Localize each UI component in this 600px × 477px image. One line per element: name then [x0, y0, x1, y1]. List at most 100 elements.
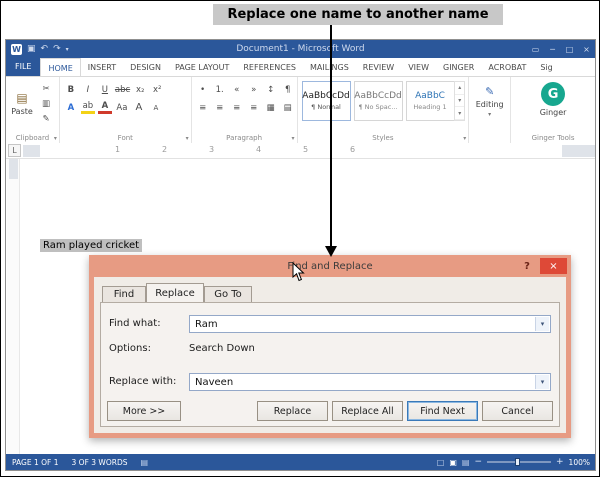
tab-ginger[interactable]: GINGER — [436, 58, 481, 76]
ginger-group-label: Ginger Tools — [511, 134, 595, 142]
strikethrough-button[interactable]: abc — [115, 83, 130, 96]
clipboard-dialog-launcher-icon[interactable]: ▾ — [54, 135, 57, 142]
styles-dialog-launcher-icon[interactable]: ▾ — [463, 135, 466, 142]
qat-customize-icon[interactable]: ▾ — [66, 46, 69, 53]
selected-document-text[interactable]: Ram played cricket — [40, 239, 142, 252]
bold-button[interactable]: B — [64, 83, 78, 96]
ginger-tools-group: G Ginger Ginger Tools — [511, 77, 595, 143]
replace-all-button[interactable]: Replace All — [332, 401, 403, 421]
style-sample: AaBbC — [415, 91, 445, 101]
maximize-button[interactable]: □ — [561, 40, 578, 58]
line-spacing-button[interactable]: ↕ — [264, 83, 278, 96]
styles-scroll-up-icon[interactable]: ▴ — [455, 82, 464, 95]
shading-button[interactable]: ▦ — [264, 101, 278, 114]
tab-stop-selector[interactable]: L — [8, 144, 21, 157]
subscript-button[interactable]: x₂ — [133, 83, 147, 96]
ribbon-display-options-button[interactable]: ▭ — [527, 40, 544, 58]
tab-signature-truncated[interactable]: Sig — [533, 58, 559, 76]
save-button[interactable]: ▣ — [27, 44, 36, 54]
proofing-icon[interactable]: ▤ — [141, 458, 149, 467]
tab-home[interactable]: HOME — [40, 58, 80, 77]
window-close-button[interactable]: × — [578, 40, 595, 58]
print-layout-button[interactable]: ▣ — [449, 458, 457, 467]
tab-insert[interactable]: INSERT — [81, 58, 123, 76]
tab-file[interactable]: FILE — [6, 58, 40, 76]
ribbon-tab-row: FILE HOME INSERT DESIGN PAGE LAYOUT REFE… — [6, 58, 595, 77]
styles-gallery-scrollbar: ▴ ▾ ▾ — [454, 81, 465, 121]
paste-button[interactable]: ▤ Paste — [9, 81, 35, 125]
word-count[interactable]: 3 OF 3 WORDS — [72, 458, 128, 467]
increase-indent-button[interactable]: » — [247, 83, 261, 96]
align-center-button[interactable]: ≡ — [213, 101, 227, 114]
replace-button[interactable]: Replace — [257, 401, 328, 421]
ruler-left-margin — [23, 145, 40, 157]
ruler-number: 6 — [350, 145, 355, 154]
read-mode-button[interactable]: □ — [437, 458, 445, 467]
page-indicator[interactable]: PAGE 1 OF 1 — [12, 458, 59, 467]
cancel-button[interactable]: Cancel — [482, 401, 553, 421]
cut-button[interactable]: ✂ — [39, 82, 53, 95]
zoom-slider-thumb[interactable] — [515, 458, 520, 466]
paragraph-dialog-launcher-icon[interactable]: ▾ — [292, 135, 295, 142]
show-hide-paragraph-button[interactable]: ¶ — [281, 83, 295, 96]
dialog-titlebar[interactable]: Find and Replace — [89, 255, 571, 277]
undo-button[interactable]: ↶ — [41, 44, 49, 54]
bullets-button[interactable]: • — [196, 83, 210, 96]
editing-group: ✎ Editing ▾ — [469, 77, 511, 143]
editing-button[interactable]: ✎ Editing ▾ — [469, 85, 510, 118]
styles-group-label: Styles — [298, 134, 469, 142]
borders-button[interactable]: ▤ — [281, 101, 295, 114]
tab-review[interactable]: REVIEW — [356, 58, 401, 76]
replace-with-dropdown-icon[interactable]: ▾ — [535, 375, 549, 389]
options-value: Search Down — [189, 343, 255, 354]
tab-page-layout[interactable]: PAGE LAYOUT — [168, 58, 236, 76]
redo-button[interactable]: ↷ — [53, 44, 61, 54]
replace-with-combobox[interactable]: Naveen ▾ — [189, 373, 551, 391]
dialog-tab-replace[interactable]: Replace — [146, 283, 204, 302]
style-normal[interactable]: AaBbCcDd ¶ Normal — [302, 81, 351, 121]
zoom-in-button[interactable]: + — [556, 457, 564, 467]
find-what-dropdown-icon[interactable]: ▾ — [535, 317, 549, 331]
ginger-button[interactable]: G Ginger — [511, 82, 595, 117]
grow-font-button[interactable]: A — [132, 101, 146, 114]
styles-scroll-down-icon[interactable]: ▾ — [455, 95, 464, 108]
italic-button[interactable]: I — [81, 83, 95, 96]
tab-acrobat[interactable]: ACROBAT — [481, 58, 533, 76]
editing-caret-icon: ▾ — [488, 111, 491, 118]
zoom-out-button[interactable]: − — [474, 457, 482, 467]
underline-button[interactable]: U — [98, 83, 112, 96]
style-heading1[interactable]: AaBbC Heading 1 — [406, 81, 455, 121]
zoom-slider[interactable] — [487, 461, 551, 463]
font-dialog-launcher-icon[interactable]: ▾ — [186, 135, 189, 142]
style-name: ¶ Normal — [311, 103, 341, 111]
highlight-color-button[interactable]: ab — [81, 101, 95, 114]
shrink-font-button[interactable]: A — [149, 101, 163, 114]
zoom-level[interactable]: 100% — [569, 458, 590, 467]
text-effects-button[interactable]: A — [64, 101, 78, 114]
more-button[interactable]: More >> — [107, 401, 181, 421]
find-what-label: Find what: — [109, 318, 161, 329]
align-left-button[interactable]: ≡ — [196, 101, 210, 114]
numbering-button[interactable]: 1. — [213, 83, 227, 96]
font-color-button[interactable]: A — [98, 101, 112, 114]
find-what-combobox[interactable]: Ram ▾ — [189, 315, 551, 333]
styles-more-icon[interactable]: ▾ — [455, 107, 464, 120]
web-layout-button[interactable]: ▤ — [462, 458, 470, 467]
minimize-button[interactable]: ─ — [544, 40, 561, 58]
change-case-button[interactable]: Aa — [115, 101, 129, 114]
format-painter-button[interactable]: ✎ — [39, 112, 53, 125]
dialog-tab-goto[interactable]: Go To — [204, 286, 252, 302]
superscript-button[interactable]: x² — [150, 83, 164, 96]
dialog-help-button[interactable]: ? — [519, 259, 535, 273]
tab-design[interactable]: DESIGN — [123, 58, 168, 76]
tab-view[interactable]: VIEW — [401, 58, 436, 76]
copy-button[interactable]: ▥ — [39, 97, 53, 110]
dialog-tab-find[interactable]: Find — [102, 286, 146, 302]
dialog-close-button[interactable]: × — [540, 258, 567, 274]
tab-references[interactable]: REFERENCES — [236, 58, 303, 76]
justify-button[interactable]: ≡ — [247, 101, 261, 114]
align-right-button[interactable]: ≡ — [230, 101, 244, 114]
style-no-spacing[interactable]: AaBbCcDd ¶ No Spac... — [354, 81, 403, 121]
find-next-button[interactable]: Find Next — [407, 401, 478, 421]
decrease-indent-button[interactable]: « — [230, 83, 244, 96]
